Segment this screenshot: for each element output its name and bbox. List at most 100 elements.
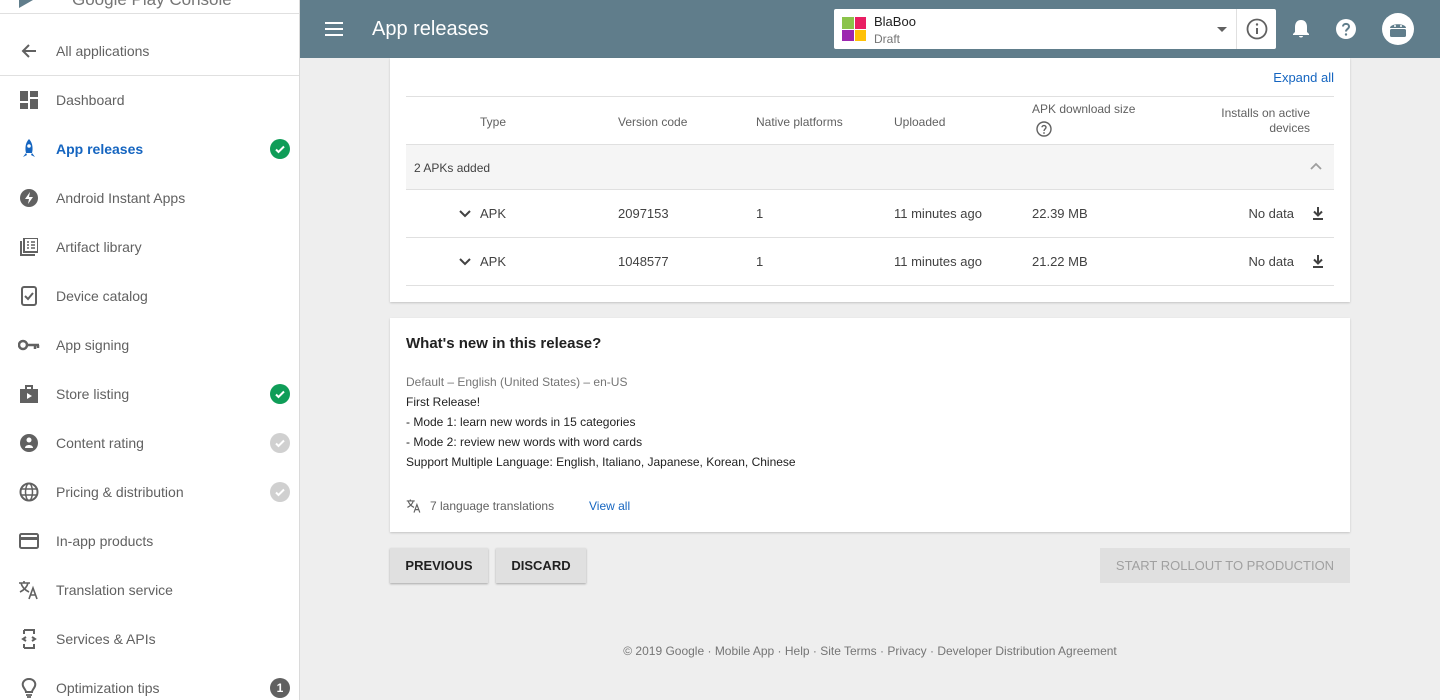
sidebar-item-optimization-tips[interactable]: Optimization tips 1 (0, 663, 299, 700)
col-native: Native platforms (756, 115, 843, 129)
sidebar-item-label: Services & APIs (56, 630, 156, 647)
translations-count: 7 language translations (430, 499, 555, 513)
key-icon (18, 334, 40, 356)
help-icon[interactable] (1335, 18, 1357, 40)
avatar[interactable] (1382, 13, 1414, 45)
chevron-down-icon[interactable] (458, 207, 472, 221)
api-icon (18, 628, 40, 650)
sidebar-item-label: Translation service (56, 581, 173, 598)
all-applications-link[interactable]: All applications (0, 26, 299, 75)
cell-size: 21.22 MB (1032, 254, 1088, 269)
download-icon[interactable] (1311, 254, 1325, 268)
selector-divider (1236, 9, 1237, 49)
locale-label: Default – English (United States) – en-U… (406, 375, 628, 389)
rating-icon (18, 432, 40, 454)
sidebar-item-label: Android Instant Apps (56, 189, 186, 206)
sidebar-item-artifact-library[interactable]: Artifact library (0, 222, 299, 271)
cell-native: 1 (756, 206, 764, 221)
col-installs: Installs on active devices (1221, 106, 1310, 135)
help-icon[interactable] (1036, 121, 1052, 137)
bolt-icon (18, 187, 40, 209)
col-type: Type (480, 115, 507, 129)
check-icon (270, 138, 290, 159)
library-icon (18, 236, 40, 258)
sidebar-item-store-listing[interactable]: Store listing (0, 369, 299, 418)
cell-version: 2097153 (618, 206, 669, 221)
whats-new-card: What's new in this release? Default – En… (390, 318, 1350, 532)
check-icon (270, 383, 290, 404)
start-rollout-button[interactable]: START ROLLOUT TO PRODUCTION (1100, 548, 1350, 583)
menu-icon[interactable] (324, 19, 344, 39)
dropdown-arrow-icon[interactable] (1216, 23, 1228, 35)
release-note-line: First Release! (406, 395, 481, 409)
sidebar-item-instant-apps[interactable]: Android Instant Apps (0, 173, 299, 222)
sidebar-item-dashboard[interactable]: Dashboard (0, 75, 299, 124)
brand[interactable]: Google Play Console (0, 0, 299, 14)
cell-installs: No data (1248, 206, 1294, 221)
check-icon (270, 481, 290, 502)
download-icon[interactable] (1311, 206, 1325, 220)
previous-button[interactable]: PREVIOUS (390, 548, 488, 583)
translate-icon (406, 499, 421, 513)
apk-group-header[interactable]: 2 APKs added (406, 145, 1334, 190)
col-size: APK download size (1032, 102, 1136, 116)
count-badge: 1 (270, 677, 290, 698)
lightbulb-icon (18, 677, 40, 699)
sidebar-item-pricing[interactable]: Pricing & distribution (0, 467, 299, 516)
cell-type: APK (480, 206, 507, 221)
sidebar: Google Play Console All applications Das… (0, 0, 300, 700)
app-status: Draft (874, 32, 901, 46)
app-icon (842, 17, 866, 41)
sidebar-item-label: Optimization tips (56, 679, 160, 696)
release-note-line: Support Multiple Language: English, Ital… (406, 455, 796, 469)
section-title: What's new in this release? (406, 335, 602, 352)
android-icon (1390, 24, 1406, 37)
arrow-back-icon (18, 40, 40, 62)
globe-icon (18, 481, 40, 503)
cell-size: 22.39 MB (1032, 206, 1088, 221)
store-icon (18, 383, 40, 405)
info-icon[interactable] (1246, 18, 1268, 40)
sidebar-item-label: Store listing (56, 385, 130, 402)
translate-icon (18, 579, 40, 601)
sidebar-item-label: Device catalog (56, 287, 148, 304)
sidebar-item-device-catalog[interactable]: Device catalog (0, 271, 299, 320)
table-row[interactable]: APK 1048577 1 11 minutes ago 21.22 MB No… (406, 238, 1334, 286)
cell-uploaded: 11 minutes ago (894, 206, 982, 221)
group-label: 2 APKs added (414, 161, 491, 175)
sidebar-item-app-releases[interactable]: App releases (0, 124, 299, 173)
chevron-down-icon[interactable] (458, 255, 472, 269)
dashboard-icon (18, 89, 40, 111)
sidebar-item-label: Artifact library (56, 238, 142, 255)
card-icon (18, 530, 40, 552)
chevron-up-icon[interactable] (1309, 159, 1323, 173)
view-all-link[interactable]: View all (589, 499, 630, 513)
top-app-bar: App releases BlaBoo Draft (300, 0, 1440, 58)
sidebar-item-translation[interactable]: Translation service (0, 565, 299, 614)
table-header: Type Version code Native platforms Uploa… (406, 96, 1334, 145)
all-applications-label: All applications (56, 42, 150, 59)
sidebar-item-label: App releases (56, 140, 144, 157)
footer: © 2019 Google · Mobile App · Help · Site… (623, 644, 1117, 658)
sidebar-item-label: In-app products (56, 532, 154, 549)
sidebar-item-label: Pricing & distribution (56, 483, 184, 500)
notifications-icon[interactable] (1290, 18, 1312, 40)
app-selector[interactable]: BlaBoo Draft (834, 9, 1276, 49)
cell-native: 1 (756, 254, 764, 269)
device-icon (18, 285, 40, 307)
discard-button[interactable]: DISCARD (496, 548, 586, 583)
table-row[interactable]: APK 2097153 1 11 minutes ago 22.39 MB No… (406, 190, 1334, 238)
cell-version: 1048577 (618, 254, 669, 269)
rocket-icon (18, 138, 40, 160)
sidebar-item-content-rating[interactable]: Content rating (0, 418, 299, 467)
play-logo-icon (19, 0, 33, 8)
sidebar-item-app-signing[interactable]: App signing (0, 320, 299, 369)
cell-type: APK (480, 254, 507, 269)
apk-releases-card: Expand all Type Version code Native plat… (390, 58, 1350, 302)
sidebar-item-services-apis[interactable]: Services & APIs (0, 614, 299, 663)
cell-installs: No data (1248, 254, 1294, 269)
sidebar-item-label: Content rating (56, 434, 144, 451)
sidebar-item-in-app-products[interactable]: In-app products (0, 516, 299, 565)
check-icon (270, 432, 290, 453)
expand-all-link[interactable]: Expand all (1273, 70, 1334, 85)
